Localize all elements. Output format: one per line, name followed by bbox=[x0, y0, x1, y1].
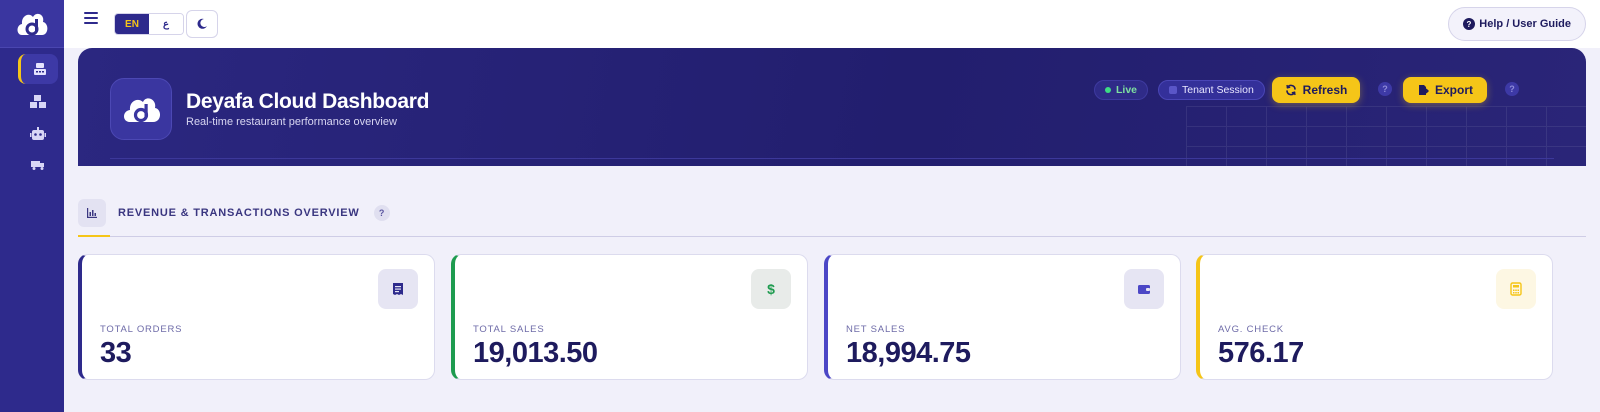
sidebar-item-delivery[interactable] bbox=[18, 150, 58, 180]
section-divider bbox=[78, 236, 1586, 237]
refresh-help-icon[interactable]: ? bbox=[1378, 82, 1392, 96]
live-status-badge: Live bbox=[1094, 80, 1149, 100]
stat-label: TOTAL ORDERS bbox=[100, 324, 183, 335]
svg-text:?: ? bbox=[1467, 20, 1472, 29]
section-header: REVENUE & TRANSACTIONS OVERVIEW ? bbox=[78, 198, 390, 228]
dark-mode-toggle[interactable] bbox=[186, 10, 218, 38]
app-logo[interactable] bbox=[0, 0, 64, 48]
truck-icon bbox=[31, 161, 44, 170]
dollar-icon: $ bbox=[751, 269, 791, 309]
file-export-icon bbox=[1418, 85, 1429, 95]
boxes-icon bbox=[30, 95, 46, 108]
stat-card-total-orders: TOTAL ORDERS 33 bbox=[78, 254, 435, 380]
hero-pattern bbox=[1186, 106, 1586, 166]
sidebar-item-automation[interactable] bbox=[18, 119, 58, 149]
tenant-square-icon bbox=[1169, 86, 1177, 94]
stat-card-avg-check: AVG. CHECK 576.17 bbox=[1196, 254, 1553, 380]
menu-toggle-icon[interactable] bbox=[84, 12, 98, 26]
tenant-label: Tenant Session bbox=[1182, 84, 1254, 96]
page-subtitle: Real-time restaurant performance overvie… bbox=[186, 116, 397, 128]
cloud-logo-icon bbox=[17, 13, 48, 35]
sidebar-item-pos[interactable] bbox=[18, 54, 58, 84]
stat-value: 576.17 bbox=[1218, 337, 1304, 369]
section-help-icon[interactable]: ? bbox=[373, 205, 390, 221]
stat-value: 18,994.75 bbox=[846, 337, 971, 369]
refresh-label: Refresh bbox=[1302, 83, 1348, 97]
calculator-icon bbox=[1496, 269, 1536, 309]
section-title: REVENUE & TRANSACTIONS OVERVIEW bbox=[118, 207, 360, 219]
hero-logo bbox=[110, 78, 172, 140]
stat-card-net-sales: NET SALES 18,994.75 bbox=[824, 254, 1181, 380]
cloud-logo-icon bbox=[124, 98, 161, 123]
svg-text:$: $ bbox=[767, 281, 775, 297]
stat-value: 33 bbox=[100, 337, 132, 369]
help-guide-button[interactable]: ? Help / User Guide bbox=[1448, 7, 1586, 41]
export-label: Export bbox=[1434, 83, 1473, 97]
export-button[interactable]: Export bbox=[1403, 77, 1487, 103]
sidebar bbox=[0, 0, 64, 412]
live-label: Live bbox=[1116, 84, 1138, 96]
dashboard-hero: Deyafa Cloud Dashboard Real-time restaur… bbox=[78, 48, 1586, 166]
stat-label: AVG. CHECK bbox=[1218, 324, 1284, 335]
help-guide-label: Help / User Guide bbox=[1479, 18, 1571, 30]
page-title: Deyafa Cloud Dashboard bbox=[186, 90, 430, 113]
cash-register-icon bbox=[33, 63, 46, 75]
wallet-icon bbox=[1124, 269, 1164, 309]
stat-label: TOTAL SALES bbox=[473, 324, 545, 335]
stat-value: 19,013.50 bbox=[473, 337, 598, 369]
moon-icon bbox=[197, 18, 207, 29]
section-chart-icon bbox=[78, 199, 106, 227]
lang-en-button[interactable]: EN bbox=[115, 14, 149, 34]
sidebar-item-inventory[interactable] bbox=[18, 86, 58, 116]
stat-label: NET SALES bbox=[846, 324, 906, 335]
section-accent-bar bbox=[78, 235, 110, 237]
refresh-icon bbox=[1285, 84, 1296, 96]
language-switcher: EN ع bbox=[114, 13, 184, 35]
robot-icon bbox=[30, 127, 46, 140]
lang-ar-button[interactable]: ع bbox=[149, 14, 183, 34]
tenant-session-badge: Tenant Session bbox=[1158, 80, 1265, 100]
question-circle-icon: ? bbox=[1463, 18, 1476, 30]
export-help-icon[interactable]: ? bbox=[1505, 82, 1519, 96]
hero-divider bbox=[110, 158, 1554, 159]
refresh-button[interactable]: Refresh bbox=[1272, 77, 1360, 103]
live-dot-icon bbox=[1105, 87, 1111, 93]
stat-card-total-sales: $ TOTAL SALES 19,013.50 bbox=[451, 254, 808, 380]
bar-chart-icon bbox=[87, 208, 97, 218]
top-bar: EN ع ? Help / User Guide bbox=[64, 0, 1600, 48]
receipt-icon bbox=[378, 269, 418, 309]
